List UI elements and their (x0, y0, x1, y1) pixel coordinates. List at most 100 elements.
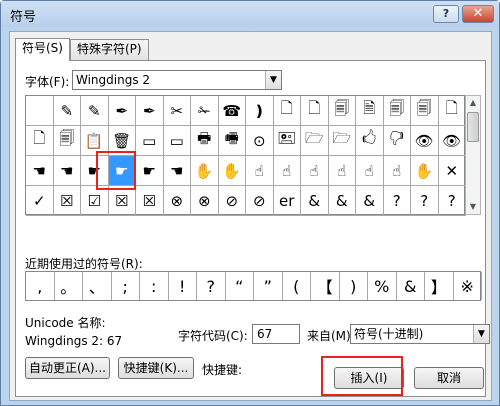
font-dropdown[interactable]: Wingdings 2 ▼ (72, 70, 282, 90)
symbol-cell[interactable]: ❫ (246, 96, 274, 126)
symbol-cell[interactable]: ✒ (136, 96, 164, 126)
symbol-cell[interactable]: & (328, 186, 356, 216)
scroll-up-icon[interactable]: ▲ (466, 96, 480, 110)
recent-symbol-cell[interactable]: ; (112, 272, 140, 300)
symbol-cell[interactable]: 🗋 (438, 96, 466, 126)
recent-symbol-cell[interactable]: 【 (311, 272, 340, 300)
symbol-cell[interactable]: & (301, 186, 329, 216)
symbol-cell[interactable]: 🗐 (411, 96, 439, 126)
scroll-thumb[interactable] (467, 112, 479, 142)
symbol-cell[interactable]: ☎ (218, 96, 246, 126)
symbol-cell[interactable]: ⊙ (246, 126, 274, 156)
symbol-cell[interactable]: ☒ (136, 186, 164, 216)
symbol-cell[interactable]: ☝ (246, 156, 274, 186)
font-value: Wingdings 2 (76, 73, 151, 87)
recent-symbol-cell[interactable]: , (26, 272, 55, 300)
symbol-cell[interactable]: ⊗ (191, 186, 219, 216)
chevron-down-icon[interactable]: ▼ (265, 71, 281, 89)
recent-symbol-cell[interactable]: & (397, 272, 425, 300)
symbol-cell[interactable]: ☝ (383, 156, 411, 186)
recent-symbol-cell[interactable]: 】 (425, 272, 454, 300)
chevron-down-icon[interactable]: ▼ (473, 325, 489, 343)
symbol-cell[interactable]: 🗋 (273, 96, 301, 126)
symbol-cell[interactable]: ✎ (53, 96, 81, 126)
insert-button[interactable]: 插入(I) (334, 367, 404, 389)
cancel-button[interactable]: 取消 (414, 367, 484, 389)
symbol-cell[interactable]: 🗑 (108, 126, 136, 156)
symbol-cell[interactable]: ✋ (218, 156, 246, 186)
recent-symbol-cell[interactable]: ( (283, 272, 311, 300)
symbol-cell[interactable]: 🖭 (273, 126, 301, 156)
symbol-cell[interactable]: ? (383, 186, 411, 216)
symbol-cell[interactable]: 👁 (438, 126, 466, 156)
symbol-cell[interactable]: ☝ (273, 156, 301, 186)
symbol-cell[interactable]: ☑ (81, 186, 109, 216)
symbol-cell[interactable]: ☝ (301, 156, 329, 186)
recent-symbol-cell[interactable]: ) (340, 272, 368, 300)
symbol-cell[interactable]: ☝ (328, 156, 356, 186)
symbol-cell[interactable]: ✂ (163, 96, 191, 126)
symbol-cell[interactable]: ? (438, 186, 466, 216)
symbol-cell[interactable]: ☝ (356, 156, 384, 186)
char-code-input[interactable]: 67 (252, 324, 300, 344)
symbol-cell[interactable]: ☛ (108, 156, 136, 186)
tab-symbols[interactable]: 符号(S) (15, 38, 70, 61)
symbol-cell[interactable]: 🖶 (191, 126, 219, 156)
autocorrect-button[interactable]: 自动更正(A)... (25, 357, 110, 379)
symbol-cell[interactable]: ☛ (136, 156, 164, 186)
symbol-cell[interactable]: ✓ (26, 186, 54, 216)
close-button[interactable]: ✕ (462, 5, 494, 23)
symbol-cell[interactable]: er (273, 186, 301, 216)
recent-symbol-cell[interactable]: % (368, 272, 397, 300)
symbol-cell[interactable]: ? (411, 186, 439, 216)
scroll-down-icon[interactable]: ▼ (466, 200, 480, 214)
shortcut-key-button[interactable]: 快捷键(K)... (118, 357, 194, 379)
symbol-cell[interactable]: ▭ (163, 126, 191, 156)
symbol-cell[interactable]: ✒ (108, 96, 136, 126)
symbol-cell[interactable]: 👁 (411, 126, 439, 156)
recent-symbol-cell[interactable]: 。 (55, 272, 83, 300)
recent-symbol-cell[interactable]: : (140, 272, 169, 300)
recent-symbol-cell[interactable]: ! (169, 272, 197, 300)
symbol-cell[interactable]: 🗐 (53, 126, 81, 156)
symbol-cell[interactable]: ☚ (26, 156, 54, 186)
symbol-cell[interactable]: & (356, 186, 384, 216)
symbol-cell[interactable]: ☒ (53, 186, 81, 216)
symbol-cell[interactable]: 🗎 (356, 96, 384, 126)
symbol-cell[interactable]: ⊗ (163, 186, 191, 216)
symbol-cell[interactable]: ☚ (163, 156, 191, 186)
recent-symbol-cell[interactable]: 、 (83, 272, 112, 300)
symbols-panel: 字体(F): Wingdings 2 ▼ ✎ ✎ ✒ ✒ ✂ ✁ ☎ ❫ 🗋 🗋 🗐 🗎 🗐 🗐 🗋 🗋 🗐 📋 🗑… (15, 60, 490, 397)
recent-symbols-label: 近期使用过的符号(R): (25, 257, 143, 271)
recent-symbol-cell[interactable]: “ (226, 272, 254, 300)
symbol-cell[interactable]: 🖒 (356, 126, 384, 156)
symbol-cell[interactable]: 🖷 (218, 126, 246, 156)
tab-special-characters[interactable]: 特殊字符(P) (70, 39, 149, 60)
symbol-cell[interactable]: ▭ (136, 126, 164, 156)
symbol-cell[interactable]: 🗋 (26, 126, 54, 156)
symbol-cell[interactable]: 🗁 (301, 126, 329, 156)
symbol-grid-scrollbar[interactable]: ▲ ▼ (465, 95, 481, 215)
recent-symbol-cell[interactable]: ※ (454, 272, 482, 300)
symbol-cell[interactable] (26, 96, 54, 126)
symbol-cell[interactable]: 🗁 (328, 126, 356, 156)
symbol-cell[interactable]: ✁ (191, 96, 219, 126)
symbol-cell[interactable]: ✎ (81, 96, 109, 126)
symbol-cell[interactable]: ✋ (191, 156, 219, 186)
symbol-cell[interactable]: ✋ (411, 156, 439, 186)
recent-symbol-cell[interactable]: ” (254, 272, 283, 300)
symbol-cell[interactable]: 🗐 (383, 96, 411, 126)
recent-symbol-cell[interactable]: ? (197, 272, 226, 300)
symbol-cell[interactable]: ☛ (81, 156, 109, 186)
symbol-cell[interactable]: ☒ (108, 186, 136, 216)
symbol-cell[interactable]: ⊘ (218, 186, 246, 216)
symbol-cell[interactable]: ⊘ (246, 186, 274, 216)
symbol-cell[interactable]: 🗋 (301, 96, 329, 126)
symbol-cell[interactable]: ☚ (53, 156, 81, 186)
from-dropdown[interactable]: 符号(十进制) ▼ (350, 324, 490, 344)
symbol-cell[interactable]: 📋 (81, 126, 109, 156)
symbol-cell[interactable]: ✕ (438, 156, 466, 186)
help-button[interactable]: ? (433, 5, 459, 23)
symbol-cell[interactable]: 🗐 (328, 96, 356, 126)
symbol-cell[interactable]: 🖓 (383, 126, 411, 156)
